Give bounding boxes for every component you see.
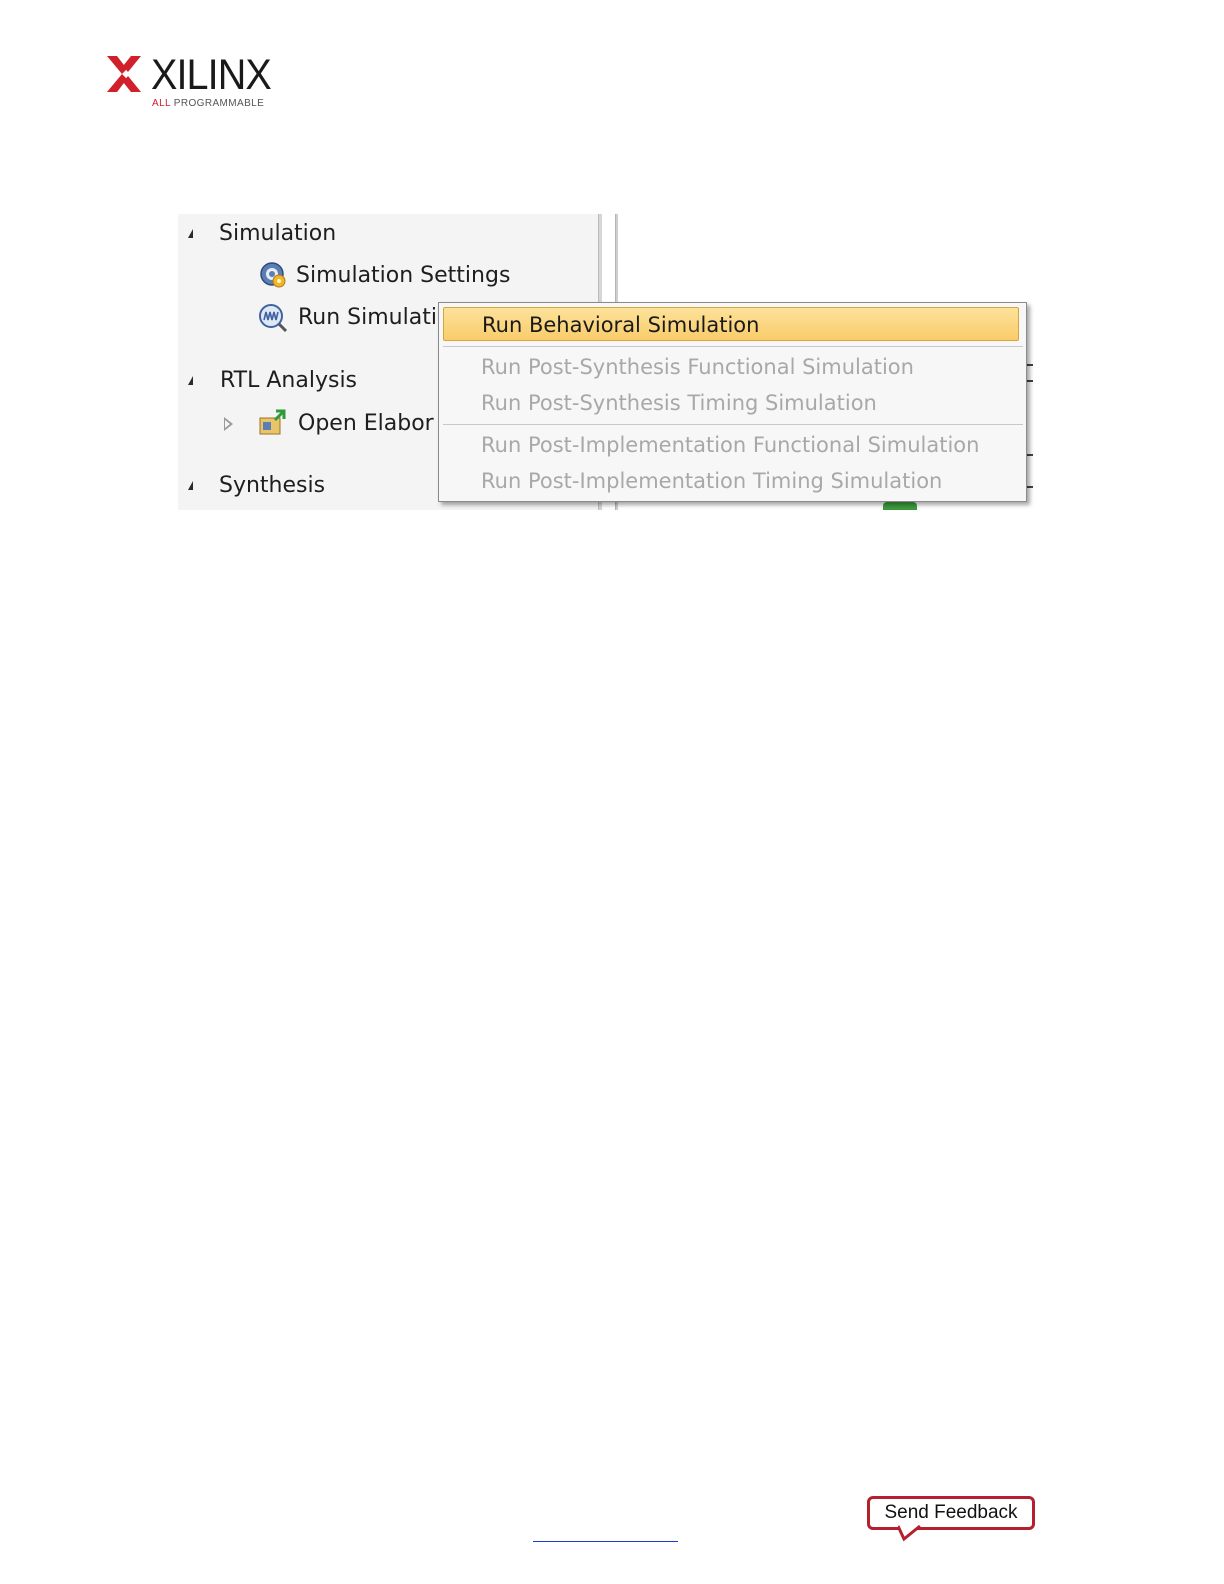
speech-tail-icon [898,1524,921,1542]
collapse-arrow-icon[interactable] [188,376,193,385]
menu-item-run-post-implementation-timing[interactable]: Run Post-Implementation Timing Simulatio… [443,464,1019,498]
logo-wordmark: XILINX [151,51,272,99]
section-synthesis[interactable]: Synthesis [219,473,325,499]
run-simulation-context-menu: Run Behavioral Simulation Run Post-Synth… [438,302,1027,502]
logo-tagline: ALL PROGRAMMABLE [152,98,265,109]
xilinx-logo: XILINX ALL PROGRAMMABLE [107,52,282,112]
section-simulation[interactable]: Simulation [219,221,336,247]
collapse-arrow-icon[interactable] [188,481,193,490]
collapse-arrow-icon[interactable] [188,229,193,238]
sidebar-item-open-elaborated[interactable]: Open Elabor [298,411,434,437]
menu-item-run-behavioral-simulation[interactable]: Run Behavioral Simulation [443,307,1019,341]
ui-fragment [883,502,917,510]
gear-icon [260,262,286,288]
menu-item-run-post-synthesis-timing[interactable]: Run Post-Synthesis Timing Simulation [443,386,1019,420]
xilinx-logo-mark-icon [107,56,141,92]
sidebar-item-simulation-settings[interactable]: Simulation Settings [296,263,510,289]
open-design-icon [259,409,286,435]
menu-item-run-post-synthesis-functional[interactable]: Run Post-Synthesis Functional Simulation [443,350,1019,384]
sidebar-item-run-simulation[interactable]: Run Simulatio [298,305,450,331]
menu-separator [443,346,1023,347]
section-rtl-analysis[interactable]: RTL Analysis [220,368,357,394]
expand-arrow-icon[interactable] [224,417,233,431]
footer-hyperlink[interactable] [533,1527,678,1542]
menu-separator [443,424,1023,425]
waveform-magnifier-icon [259,304,288,333]
menu-item-run-post-implementation-functional[interactable]: Run Post-Implementation Functional Simul… [443,428,1019,462]
send-feedback-button[interactable]: Send Feedback [867,1496,1035,1530]
